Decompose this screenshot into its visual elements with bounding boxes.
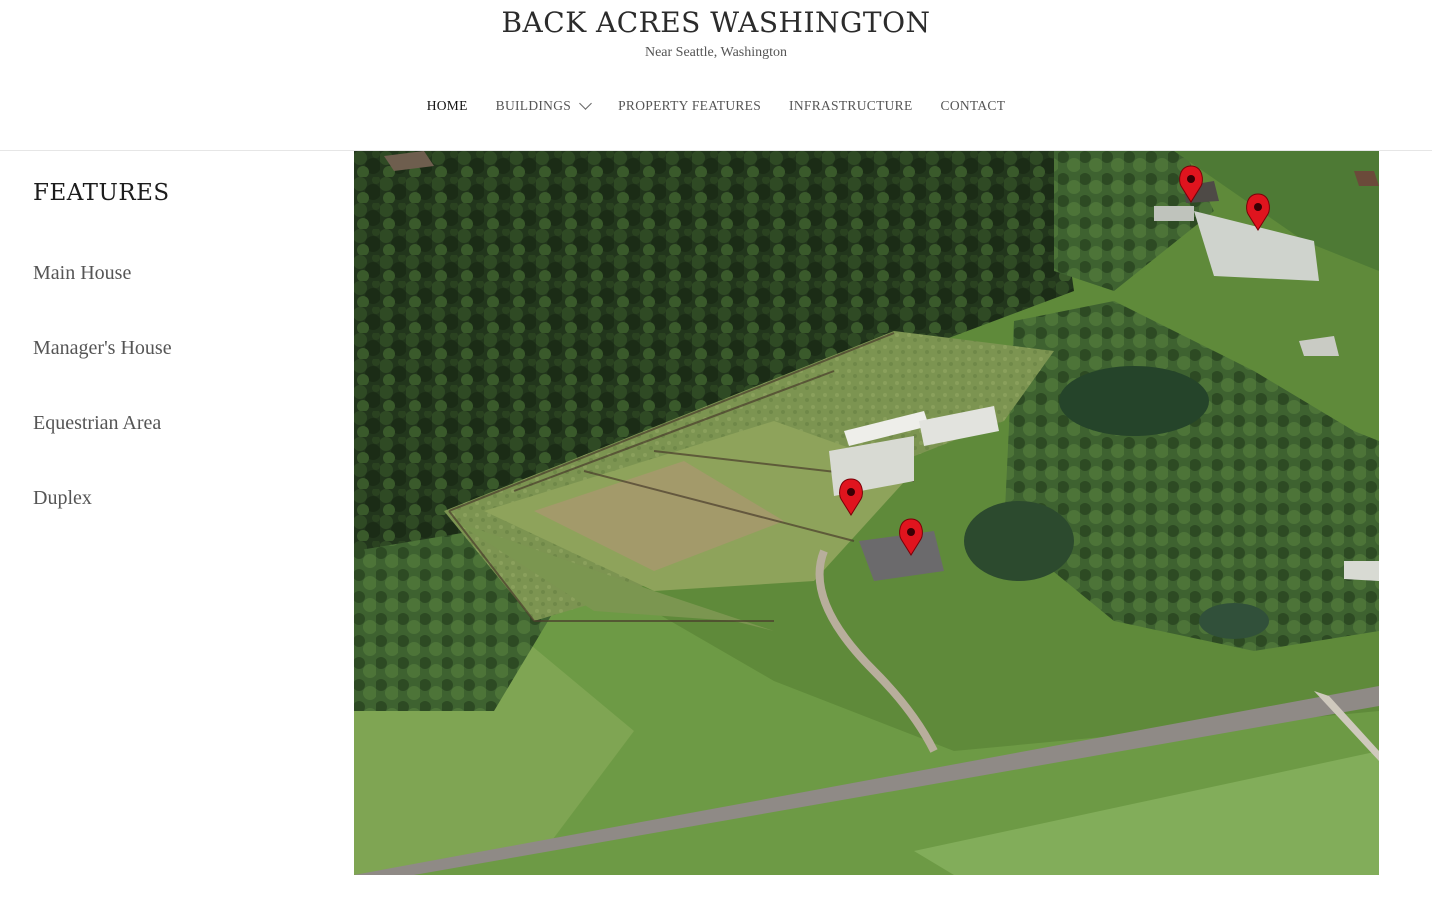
main-nav: HOME BUILDINGS PROPERTY FEATURES INFRAST… <box>0 97 1432 114</box>
feature-list: Main House Manager's House Equestrian Ar… <box>33 261 323 561</box>
feature-item-equestrian-area[interactable]: Equestrian Area <box>33 411 323 486</box>
sidebar-title: FEATURES <box>33 180 170 206</box>
site-tagline: Near Seattle, Washington <box>644 45 788 60</box>
site-header: BACK ACRES WASHINGTON Near Seattle, Wash… <box>0 0 1432 151</box>
nav-item-label: CONTACT <box>940 98 1006 113</box>
nav-item-property-features[interactable]: PROPERTY FEATURES <box>618 98 761 114</box>
aerial-photo <box>354 151 1379 875</box>
site-title[interactable]: BACK ACRES WASHINGTON <box>0 6 1432 39</box>
nav-item-label: HOME <box>426 98 468 113</box>
chevron-down-icon[interactable] <box>579 97 592 110</box>
nav-item-label: BUILDINGS <box>495 98 572 113</box>
nav-item-home[interactable]: HOME <box>427 98 468 114</box>
feature-item-main-house[interactable]: Main House <box>33 261 323 336</box>
nav-item-label: INFRASTRUCTURE <box>789 98 913 113</box>
pond <box>1059 366 1209 436</box>
feature-item-managers-house[interactable]: Manager's House <box>33 336 323 411</box>
nav-item-contact[interactable]: CONTACT <box>941 98 1006 114</box>
aerial-property-map[interactable] <box>354 151 1379 875</box>
nav-item-label: PROPERTY FEATURES <box>618 98 762 113</box>
feature-item-duplex[interactable]: Duplex <box>33 486 323 561</box>
nav-item-infrastructure[interactable]: INFRASTRUCTURE <box>789 98 912 114</box>
features-sidebar: FEATURES Main House Manager's House Eque… <box>33 180 323 561</box>
nav-item-buildings[interactable]: BUILDINGS <box>495 97 592 114</box>
